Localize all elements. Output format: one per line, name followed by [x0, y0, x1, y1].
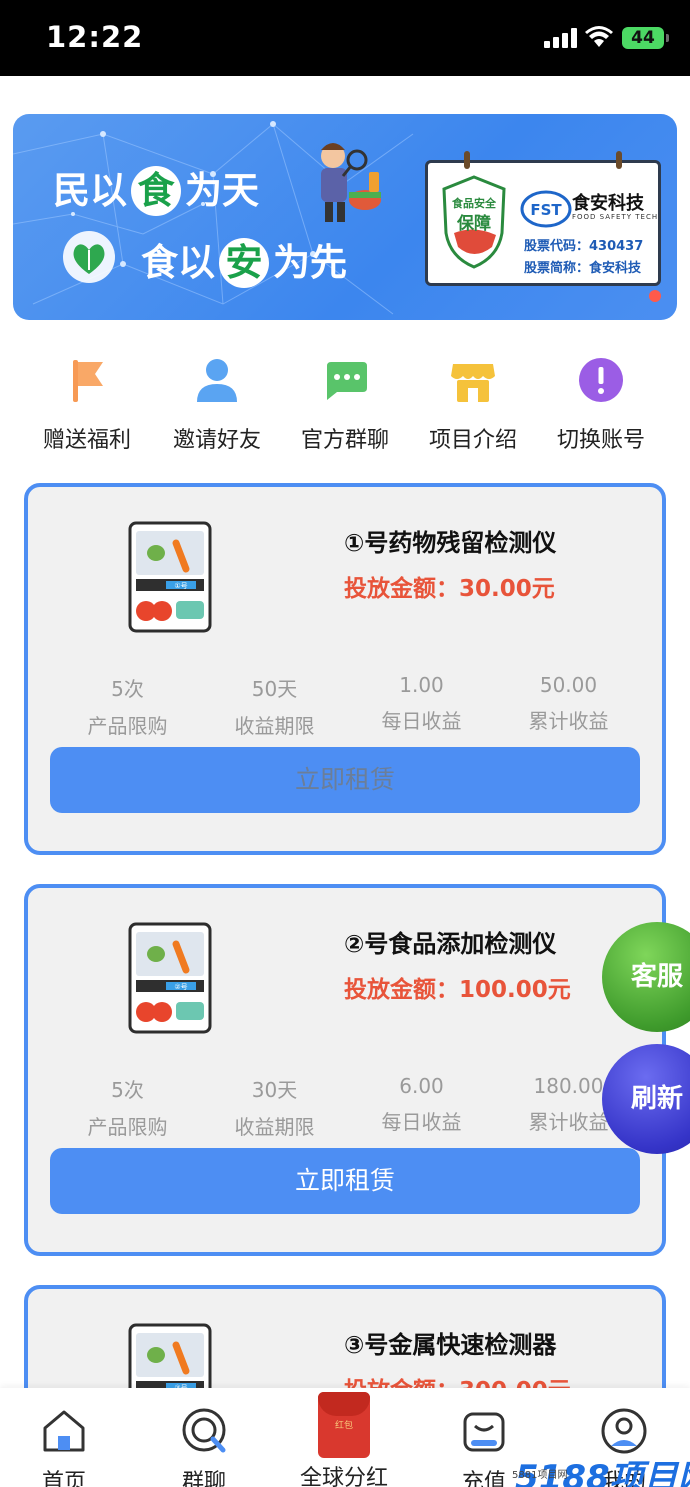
product-stats: 5次 产品限购 50天 收益期限 1.00 每日收益 50.00 累计收益: [54, 673, 642, 743]
switch-icon: [579, 358, 623, 402]
battery-indicator: 44: [622, 27, 669, 49]
stat-limit: 5次 产品限购: [87, 1078, 168, 1139]
rent-button[interactable]: 立即租赁: [50, 1148, 640, 1214]
product-card: ②号 ②号食品添加检测仪 投放金额：100.00元 5次 产品限购 30天 收益…: [24, 884, 666, 1256]
flag-icon: [73, 360, 103, 402]
chat-circle-icon: [182, 1408, 226, 1453]
red-packet-icon: 红包: [318, 1392, 370, 1458]
menu-invite-friends[interactable]: 邀请好友: [152, 356, 282, 454]
detector-device-icon: ②号: [128, 922, 212, 1034]
stock-name: 股票简称：食安科技: [524, 261, 642, 276]
product-price: 投放金额：100.00元: [344, 977, 571, 1003]
wifi-icon: [585, 26, 613, 47]
product-title: ①号药物残留检测仪: [344, 529, 557, 557]
svg-text:食品安全: 食品安全: [452, 196, 497, 210]
chat-icon: [327, 362, 367, 400]
detector-device-icon: ①号: [128, 521, 212, 633]
quick-menu: 赠送福利 邀请好友 官方群聊 项目介绍 切换账号: [20, 356, 670, 456]
stat-total-income: 50.00 累计收益: [528, 673, 609, 733]
status-time: 12:22: [46, 20, 144, 54]
stock-code: 股票代码：430437: [524, 239, 644, 254]
tab-global-dividend[interactable]: 红包 全球分红: [284, 1392, 404, 1487]
inspector-figure-icon: [321, 143, 381, 222]
fst-logo-icon: FST: [520, 190, 572, 228]
slogan-line-1: 民以食为天: [53, 160, 259, 216]
company-name: 食安科技: [572, 193, 644, 214]
menu-project-intro[interactable]: 项目介绍: [408, 356, 538, 454]
pin-icon: [464, 151, 470, 169]
shop-icon: [451, 364, 495, 402]
rent-button[interactable]: 立即租赁: [50, 747, 640, 813]
home-icon: [43, 1410, 85, 1452]
signal-icon: [544, 28, 578, 48]
menu-switch-account[interactable]: 切换账号: [536, 356, 666, 454]
menu-gift-benefits[interactable]: 赠送福利: [22, 356, 152, 454]
profile-icon: [601, 1408, 647, 1454]
svg-text:①号: ①号: [174, 582, 187, 590]
slogan-line-2: 食以安为先: [141, 232, 347, 288]
stat-period: 50天 收益期限: [234, 677, 315, 738]
leaf-heart-icon: [63, 231, 115, 283]
product-price: 投放金额：30.00元: [344, 576, 555, 602]
banner-dot: [649, 290, 661, 302]
stat-limit: 5次 产品限购: [87, 677, 168, 738]
svg-text:FST: FST: [530, 201, 562, 219]
stat-daily-income: 1.00 每日收益: [381, 673, 462, 733]
product-stats: 5次 产品限购 30天 收益期限 6.00 每日收益 180.00 累计收益: [54, 1074, 642, 1144]
company-subtitle: FOOD SAFETY TECH: [572, 213, 659, 221]
site-watermark-small: 5881项目网: [512, 1470, 568, 1481]
stat-period: 30天 收益期限: [234, 1078, 315, 1139]
menu-official-group[interactable]: 官方群聊: [280, 356, 410, 454]
company-sign: 食品安全 保障 FST 食安科技 FOOD SAFETY TECH 股票代码：4…: [425, 151, 661, 286]
svg-text:②号: ②号: [174, 983, 187, 991]
status-bar: 12:22 44: [0, 0, 690, 76]
pin-icon: [616, 151, 622, 169]
svg-text:保障: 保障: [456, 213, 491, 234]
product-title: ②号食品添加检测仪: [344, 930, 557, 958]
tab-group-chat[interactable]: 群聊: [144, 1406, 264, 1487]
product-card: ①号 ①号药物残留检测仪 投放金额：30.00元 5次 产品限购 50天 收益期…: [24, 483, 666, 855]
user-icon: [197, 359, 237, 402]
product-title: ③号金属快速检测器: [344, 1331, 557, 1359]
tab-home[interactable]: 首页: [4, 1406, 124, 1487]
promo-banner[interactable]: 民以食为天 食以安为先 食品安全 保障 FST 食安科技 FOOD SAFETY…: [13, 114, 677, 320]
stat-daily-income: 6.00 每日收益: [381, 1074, 462, 1134]
food-safety-shield-icon: 食品安全 保障: [442, 175, 506, 269]
wallet-icon: [463, 1412, 505, 1452]
